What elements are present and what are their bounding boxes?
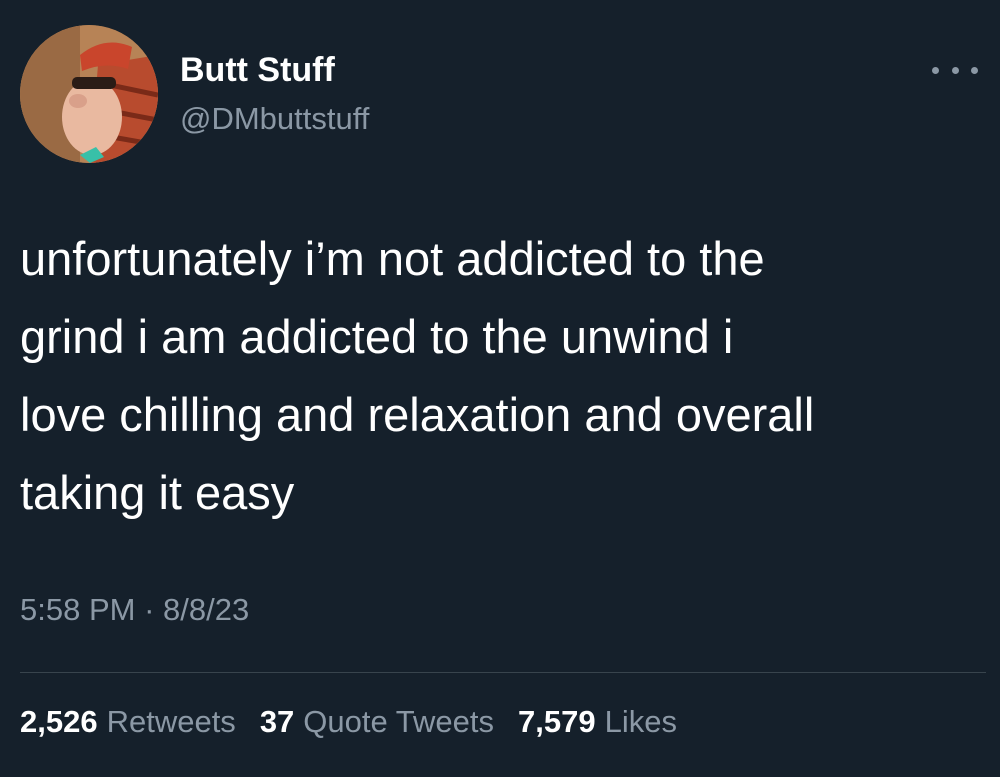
dot <box>951 66 959 74</box>
tweet-date: 8/8/23 <box>163 592 250 627</box>
divider <box>20 672 986 673</box>
likes-label: Likes <box>604 704 677 739</box>
meta-separator: · <box>144 592 155 627</box>
cartoon-avatar-icon <box>20 25 158 163</box>
quote-tweets-label: Quote Tweets <box>303 704 495 739</box>
tweet-card: Butt Stuff @DMbuttstuff unfortunately i’… <box>0 0 1000 777</box>
author-display-name[interactable]: Butt Stuff <box>180 50 335 90</box>
quote-tweets-stat[interactable]: 37 Quote Tweets <box>260 702 494 742</box>
dot <box>932 66 939 74</box>
retweets-count: 2,526 <box>20 704 98 739</box>
author-handle[interactable]: @DMbuttstuff <box>180 100 369 138</box>
tweet-text: unfortunately i’m not addicted to the gr… <box>20 232 815 519</box>
engagement-stats: 2,526 Retweets 37 Quote Tweets 7,579 Likes <box>20 702 677 742</box>
more-dots-icon[interactable] <box>932 60 978 80</box>
likes-count: 7,579 <box>518 704 596 739</box>
retweets-stat[interactable]: 2,526 Retweets <box>20 702 236 742</box>
dot <box>971 66 978 74</box>
tweet-timestamp[interactable]: 5:58 PM · 8/8/23 <box>20 590 249 630</box>
likes-stat[interactable]: 7,579 Likes <box>518 702 677 742</box>
tweet-time: 5:58 PM <box>20 592 136 627</box>
avatar[interactable] <box>20 25 158 163</box>
quote-tweets-count: 37 <box>259 704 295 739</box>
retweets-label: Retweets <box>106 704 236 739</box>
